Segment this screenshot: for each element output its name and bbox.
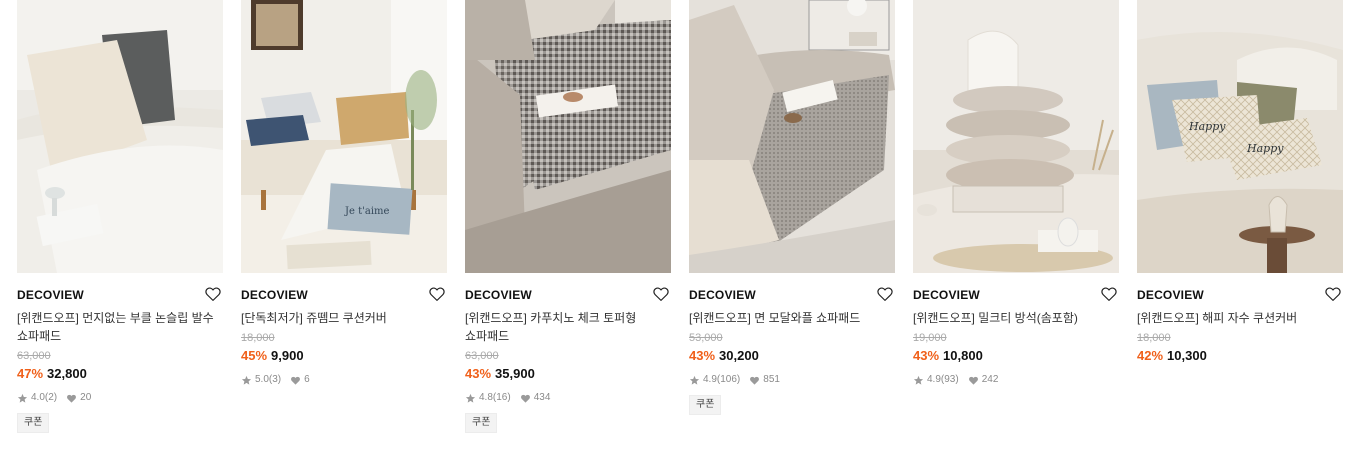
like-count: 6 bbox=[304, 374, 310, 385]
brand-name[interactable]: DECOVIEW bbox=[689, 285, 895, 305]
wishlist-heart-icon[interactable] bbox=[1100, 285, 1118, 303]
review-count: (93) bbox=[940, 374, 959, 385]
product-card[interactable]: DECOVIEW [위캔드오프] 먼지없는 부클 논슬립 발수 쇼파패드 63,… bbox=[17, 0, 223, 433]
product-title[interactable]: [위캔드오프] 먼지없는 부클 논슬립 발수 쇼파패드 bbox=[17, 309, 223, 345]
rating-value: 4.9 bbox=[927, 374, 941, 385]
price-row: 42% 10,300 bbox=[1137, 347, 1343, 365]
product-title[interactable]: [단독최저가] 쥬뗌므 쿠션커버 bbox=[241, 309, 447, 327]
star-icon bbox=[913, 375, 924, 385]
review-meta: 4.9 (106) 851 bbox=[689, 373, 895, 387]
price-row: 45% 9,900 bbox=[241, 347, 447, 365]
product-card[interactable]: Je t'aime DECOVIEW [단독최저가] 쥬뗌므 쿠션커버 18,0… bbox=[241, 0, 447, 387]
product-image[interactable] bbox=[913, 0, 1119, 273]
wishlist-heart-icon[interactable] bbox=[652, 285, 670, 303]
rating-value: 4.0 bbox=[31, 392, 45, 403]
rating-value: 4.9 bbox=[703, 374, 717, 385]
star-icon bbox=[17, 393, 28, 403]
coupon-badge: 쿠폰 bbox=[689, 395, 722, 415]
product-card[interactable]: Happy Happy DECOVIEW [위캔드오프] 해피 자수 쿠션커버 … bbox=[1137, 0, 1343, 365]
original-price: 18,000 bbox=[241, 332, 275, 344]
review-count: (106) bbox=[716, 374, 741, 385]
pillow-text: Happy bbox=[1188, 120, 1226, 133]
sale-price: 10,800 bbox=[943, 348, 983, 363]
brand-name[interactable]: DECOVIEW bbox=[913, 285, 1119, 305]
coupon-badge: 쿠폰 bbox=[17, 413, 50, 433]
like-count: 434 bbox=[533, 392, 551, 403]
product-title[interactable]: [위캔드오프] 해피 자수 쿠션커버 bbox=[1137, 309, 1343, 327]
discount-rate: 42% bbox=[1137, 348, 1164, 363]
original-price: 53,000 bbox=[689, 332, 723, 344]
star-icon bbox=[465, 393, 476, 403]
product-title[interactable]: [위캔드오프] 밀크티 방석(솜포함) bbox=[913, 309, 1119, 327]
original-price: 19,000 bbox=[913, 332, 947, 344]
review-count: (3) bbox=[268, 374, 282, 385]
rating-value: 4.8 bbox=[479, 392, 493, 403]
wishlist-heart-icon[interactable] bbox=[876, 285, 894, 303]
original-price: 63,000 bbox=[17, 350, 51, 362]
likes-heart-icon bbox=[750, 376, 760, 385]
discount-rate: 43% bbox=[465, 366, 492, 381]
review-meta: 5.0 (3) 6 bbox=[241, 373, 447, 387]
brand-name[interactable]: DECOVIEW bbox=[17, 285, 223, 305]
like-count: 20 bbox=[80, 392, 92, 403]
discount-rate: 45% bbox=[241, 348, 268, 363]
product-image[interactable]: Je t'aime bbox=[241, 0, 447, 273]
product-image[interactable]: Happy Happy bbox=[1137, 0, 1343, 273]
sale-price: 10,300 bbox=[1167, 348, 1207, 363]
product-card[interactable]: DECOVIEW [위캔드오프] 면 모달와플 쇼파패드 53,000 43% 3… bbox=[689, 0, 895, 415]
original-price: 18,000 bbox=[1137, 332, 1171, 344]
review-count: (16) bbox=[492, 392, 511, 403]
like-count: 851 bbox=[763, 374, 780, 385]
star-icon bbox=[241, 375, 252, 385]
product-title[interactable]: [위캔드오프] 면 모달와플 쇼파패드 bbox=[689, 309, 895, 327]
rating-value: 5.0 bbox=[255, 374, 269, 385]
wishlist-heart-icon[interactable] bbox=[428, 285, 446, 303]
likes-heart-icon bbox=[291, 376, 301, 385]
product-image[interactable] bbox=[17, 0, 223, 273]
brand-name[interactable]: DECOVIEW bbox=[465, 285, 671, 305]
product-card[interactable]: DECOVIEW [위캔드오프] 밀크티 방석(솜포함) 19,000 43% 1… bbox=[913, 0, 1119, 387]
sale-price: 9,900 bbox=[271, 348, 304, 363]
review-meta: 4.0 (2) 20 bbox=[17, 391, 223, 405]
discount-rate: 47% bbox=[17, 366, 44, 381]
wishlist-heart-icon[interactable] bbox=[204, 285, 222, 303]
brand-name[interactable]: DECOVIEW bbox=[241, 285, 447, 305]
review-count: (2) bbox=[44, 392, 58, 403]
likes-heart-icon bbox=[67, 394, 77, 403]
sale-price: 35,900 bbox=[495, 366, 535, 381]
brand-name[interactable]: DECOVIEW bbox=[1137, 285, 1343, 305]
wishlist-heart-icon[interactable] bbox=[1324, 285, 1342, 303]
price-row: 43% 35,900 bbox=[465, 365, 671, 383]
likes-heart-icon bbox=[968, 376, 978, 385]
product-image[interactable] bbox=[689, 0, 895, 273]
sale-price: 30,200 bbox=[719, 348, 759, 363]
pillow-text: Je t'aime bbox=[344, 206, 390, 217]
product-grid: DECOVIEW [위캔드오프] 먼지없는 부클 논슬립 발수 쇼파패드 63,… bbox=[0, 0, 1349, 461]
product-card[interactable]: DECOVIEW [위캔드오프] 카푸치노 체크 토퍼형 쇼파패드 63,000… bbox=[465, 0, 671, 433]
price-row: 43% 10,800 bbox=[913, 347, 1119, 365]
product-title[interactable]: [위캔드오프] 카푸치노 체크 토퍼형 쇼파패드 bbox=[465, 309, 671, 345]
discount-rate: 43% bbox=[913, 348, 940, 363]
review-meta: 4.9 (93) 242 bbox=[913, 373, 1119, 387]
coupon-badge: 쿠폰 bbox=[465, 413, 498, 433]
product-image[interactable] bbox=[465, 0, 671, 273]
likes-heart-icon bbox=[520, 394, 530, 403]
price-row: 43% 30,200 bbox=[689, 347, 895, 365]
pillow-text: Happy bbox=[1246, 142, 1284, 155]
star-icon bbox=[689, 375, 700, 385]
original-price: 63,000 bbox=[465, 350, 499, 362]
review-meta: 4.8 (16) 434 bbox=[465, 391, 671, 405]
discount-rate: 43% bbox=[689, 348, 716, 363]
price-row: 47% 32,800 bbox=[17, 365, 223, 383]
sale-price: 32,800 bbox=[47, 366, 87, 381]
like-count: 242 bbox=[981, 374, 999, 385]
